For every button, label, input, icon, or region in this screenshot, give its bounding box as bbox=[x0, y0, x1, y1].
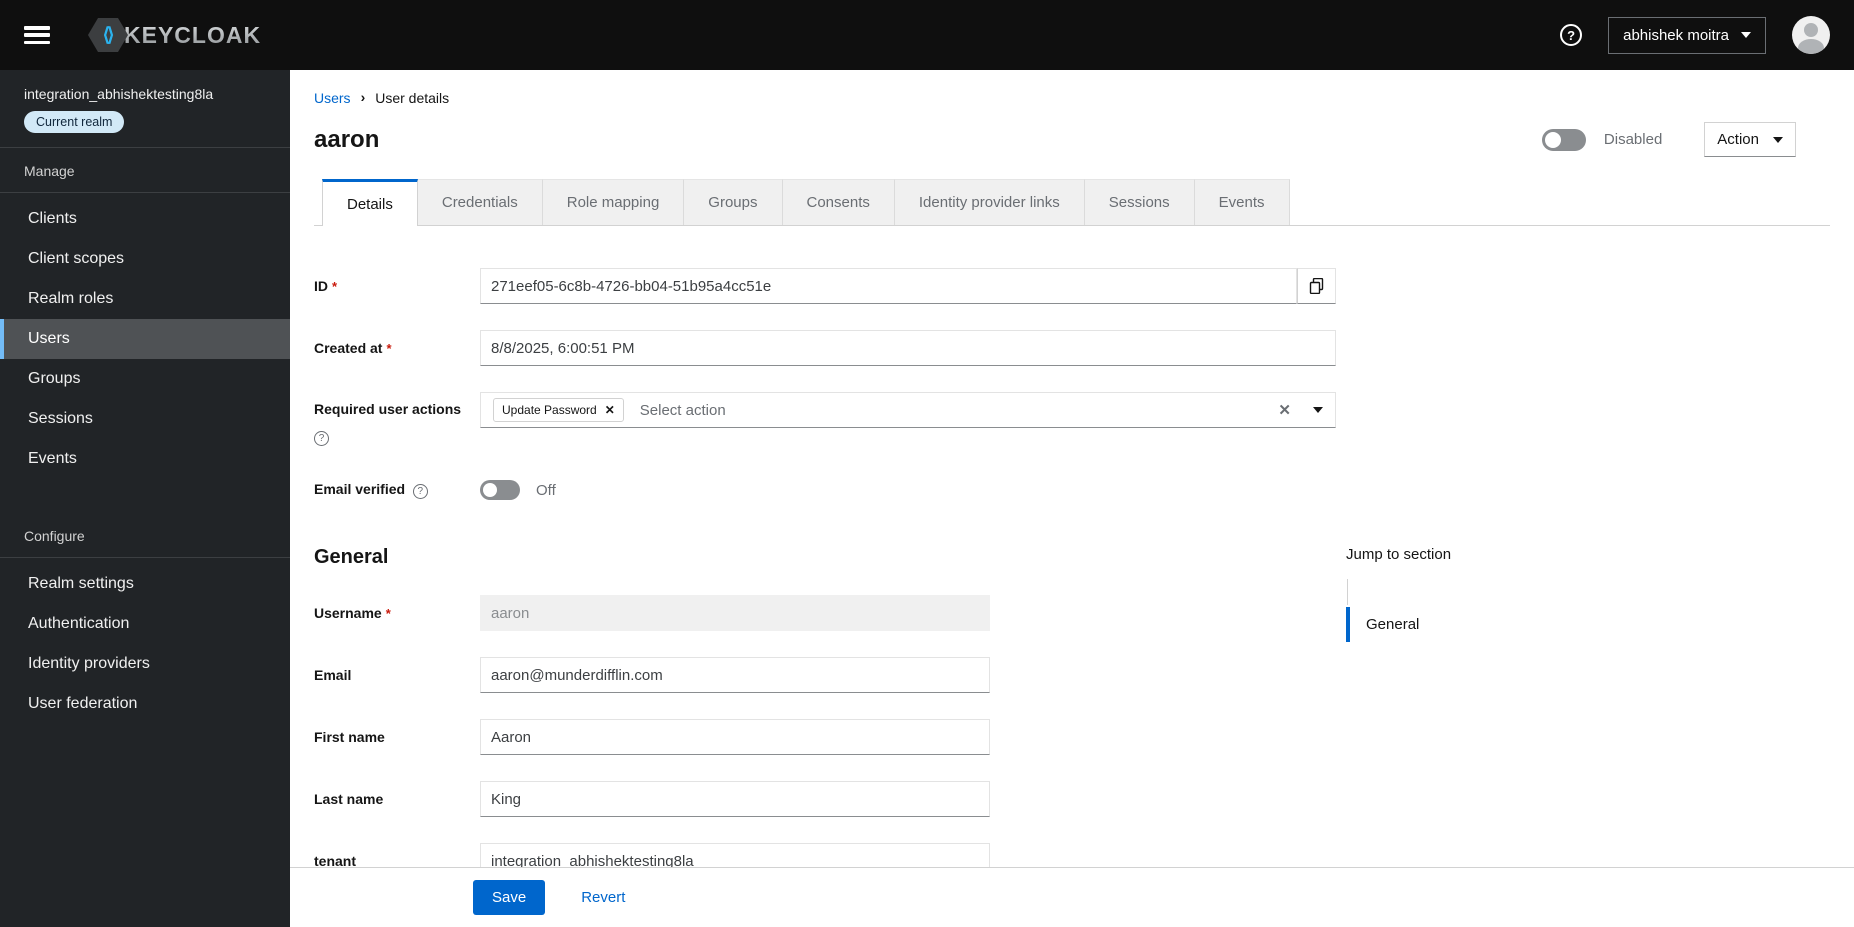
required-user-actions-multiselect[interactable]: Update Password ✕ Select action ✕ bbox=[480, 392, 1336, 428]
id-label: ID * bbox=[314, 278, 338, 294]
chevron-down-icon bbox=[1741, 32, 1751, 38]
action-dropdown-label: Action bbox=[1717, 131, 1759, 148]
tab-consents[interactable]: Consents bbox=[782, 179, 895, 225]
tab-events[interactable]: Events bbox=[1194, 179, 1290, 225]
email-verified-state: Off bbox=[536, 481, 556, 499]
breadcrumb-users-link[interactable]: Users bbox=[314, 90, 351, 106]
sidebar-item-sessions[interactable]: Sessions bbox=[0, 399, 290, 439]
chevron-down-icon[interactable] bbox=[1313, 407, 1323, 413]
nav-toggle-hamburger-icon[interactable] bbox=[24, 26, 50, 44]
keycloak-admin-console: ⟨⟩ KEYCLOAK ? abhishek moitra integratio… bbox=[0, 0, 1854, 927]
main-content: Users › User details aaron Disabled Acti… bbox=[290, 70, 1854, 927]
sidebar-item-authentication[interactable]: Authentication bbox=[0, 604, 290, 644]
sidebar-item-events[interactable]: Events bbox=[0, 439, 290, 479]
email-label: Email bbox=[314, 667, 352, 683]
required-asterisk: * bbox=[386, 341, 392, 356]
nav-section-configure: Configure bbox=[24, 528, 85, 544]
user-enabled-toggle-label: Disabled bbox=[1603, 131, 1663, 148]
tab-sessions[interactable]: Sessions bbox=[1084, 179, 1195, 225]
select-action-placeholder: Select action bbox=[639, 401, 726, 419]
user-menu-name: abhishek moitra bbox=[1623, 26, 1729, 44]
current-realm-badge: Current realm bbox=[24, 111, 125, 133]
chevron-down-icon bbox=[1773, 136, 1783, 143]
sidebar-item-identity-providers[interactable]: Identity providers bbox=[0, 644, 290, 684]
help-icon[interactable]: ? bbox=[314, 431, 329, 446]
username-row: Username * bbox=[314, 595, 1304, 631]
sidebar-item-clients[interactable]: Clients bbox=[0, 199, 290, 239]
user-detail-tabs: Details Credentials Role mapping Groups … bbox=[314, 179, 1830, 226]
required-user-actions-label: Required user actions ? bbox=[314, 401, 462, 446]
user-enabled-toggle[interactable] bbox=[1541, 128, 1586, 151]
sidebar-item-realm-settings[interactable]: Realm settings bbox=[0, 564, 290, 604]
chevron-right-icon: › bbox=[360, 89, 366, 105]
id-input[interactable] bbox=[480, 268, 1297, 304]
required-asterisk: * bbox=[332, 279, 338, 294]
sidebar-item-groups[interactable]: Groups bbox=[0, 359, 290, 399]
jump-link-track bbox=[1347, 579, 1348, 605]
save-button[interactable]: Save bbox=[473, 880, 546, 915]
id-field-row: ID * bbox=[314, 268, 1830, 304]
created-at-input[interactable] bbox=[480, 330, 1336, 366]
last-name-label: Last name bbox=[314, 791, 384, 807]
created-at-field-row: Created at * bbox=[314, 330, 1830, 366]
copy-icon bbox=[1309, 278, 1323, 294]
jump-to-section-title: Jump to section bbox=[1346, 546, 1452, 563]
jump-to-section-panel: Jump to section General bbox=[1346, 546, 1451, 905]
masthead: ⟨⟩ KEYCLOAK ? abhishek moitra bbox=[0, 0, 1854, 70]
keycloak-logo-text: KEYCLOAK bbox=[124, 21, 262, 48]
breadcrumb: Users › User details bbox=[314, 89, 1830, 106]
help-icon[interactable]: ? bbox=[1560, 24, 1583, 46]
general-section-heading: General bbox=[314, 546, 389, 568]
breadcrumb-current: User details bbox=[375, 90, 450, 106]
clear-selections-icon[interactable]: ✕ bbox=[1278, 401, 1291, 419]
nav-section-manage: Manage bbox=[24, 163, 75, 179]
sidebar-item-realm-roles[interactable]: Realm roles bbox=[0, 279, 290, 319]
avatar[interactable] bbox=[1792, 16, 1830, 54]
email-verified-toggle[interactable] bbox=[480, 480, 520, 500]
keycloak-logo: ⟨⟩ KEYCLOAK bbox=[88, 18, 261, 52]
email-verified-label: Email verified ? bbox=[314, 481, 480, 499]
action-dropdown[interactable]: Action bbox=[1704, 122, 1796, 157]
required-asterisk: * bbox=[385, 606, 391, 621]
first-name-label: First name bbox=[314, 729, 385, 745]
first-name-input[interactable] bbox=[480, 719, 990, 755]
form-actions-bar: Save Revert bbox=[290, 867, 1854, 927]
email-row: Email bbox=[314, 657, 1304, 693]
chip-remove-icon[interactable]: ✕ bbox=[605, 403, 615, 417]
tab-role-mapping[interactable]: Role mapping bbox=[542, 179, 685, 225]
last-name-input[interactable] bbox=[480, 781, 990, 817]
sidebar-item-user-federation[interactable]: User federation bbox=[0, 684, 290, 724]
email-verified-row: Email verified ? Off bbox=[314, 480, 1830, 500]
revert-button[interactable]: Revert bbox=[581, 889, 625, 906]
realm-name: integration_abhishektesting8la bbox=[24, 86, 214, 102]
first-name-row: First name bbox=[314, 719, 1304, 755]
username-label: Username * bbox=[314, 605, 391, 621]
tab-identity-provider-links[interactable]: Identity provider links bbox=[894, 179, 1085, 225]
tab-details[interactable]: Details bbox=[322, 179, 418, 226]
sidebar-item-client-scopes[interactable]: Client scopes bbox=[0, 239, 290, 279]
help-icon[interactable]: ? bbox=[412, 484, 428, 499]
sidebar: integration_abhishektesting8la Current r… bbox=[0, 70, 290, 927]
page-title: aaron bbox=[314, 125, 380, 153]
created-at-label: Created at * bbox=[314, 340, 392, 356]
update-password-chip: Update Password ✕ bbox=[493, 398, 624, 422]
keycloak-logo-icon: ⟨⟩ bbox=[88, 18, 128, 52]
tab-groups[interactable]: Groups bbox=[684, 179, 783, 225]
copy-to-clipboard-button[interactable] bbox=[1297, 268, 1336, 304]
email-input[interactable] bbox=[480, 657, 990, 693]
username-input bbox=[480, 595, 990, 631]
last-name-row: Last name bbox=[314, 781, 1304, 817]
user-menu-dropdown[interactable]: abhishek moitra bbox=[1608, 16, 1766, 54]
tab-credentials[interactable]: Credentials bbox=[417, 179, 543, 225]
sidebar-item-users[interactable]: Users bbox=[0, 319, 290, 359]
jump-link-general[interactable]: General bbox=[1346, 607, 1451, 642]
required-user-actions-row: Required user actions ? Update Password … bbox=[314, 392, 1830, 446]
